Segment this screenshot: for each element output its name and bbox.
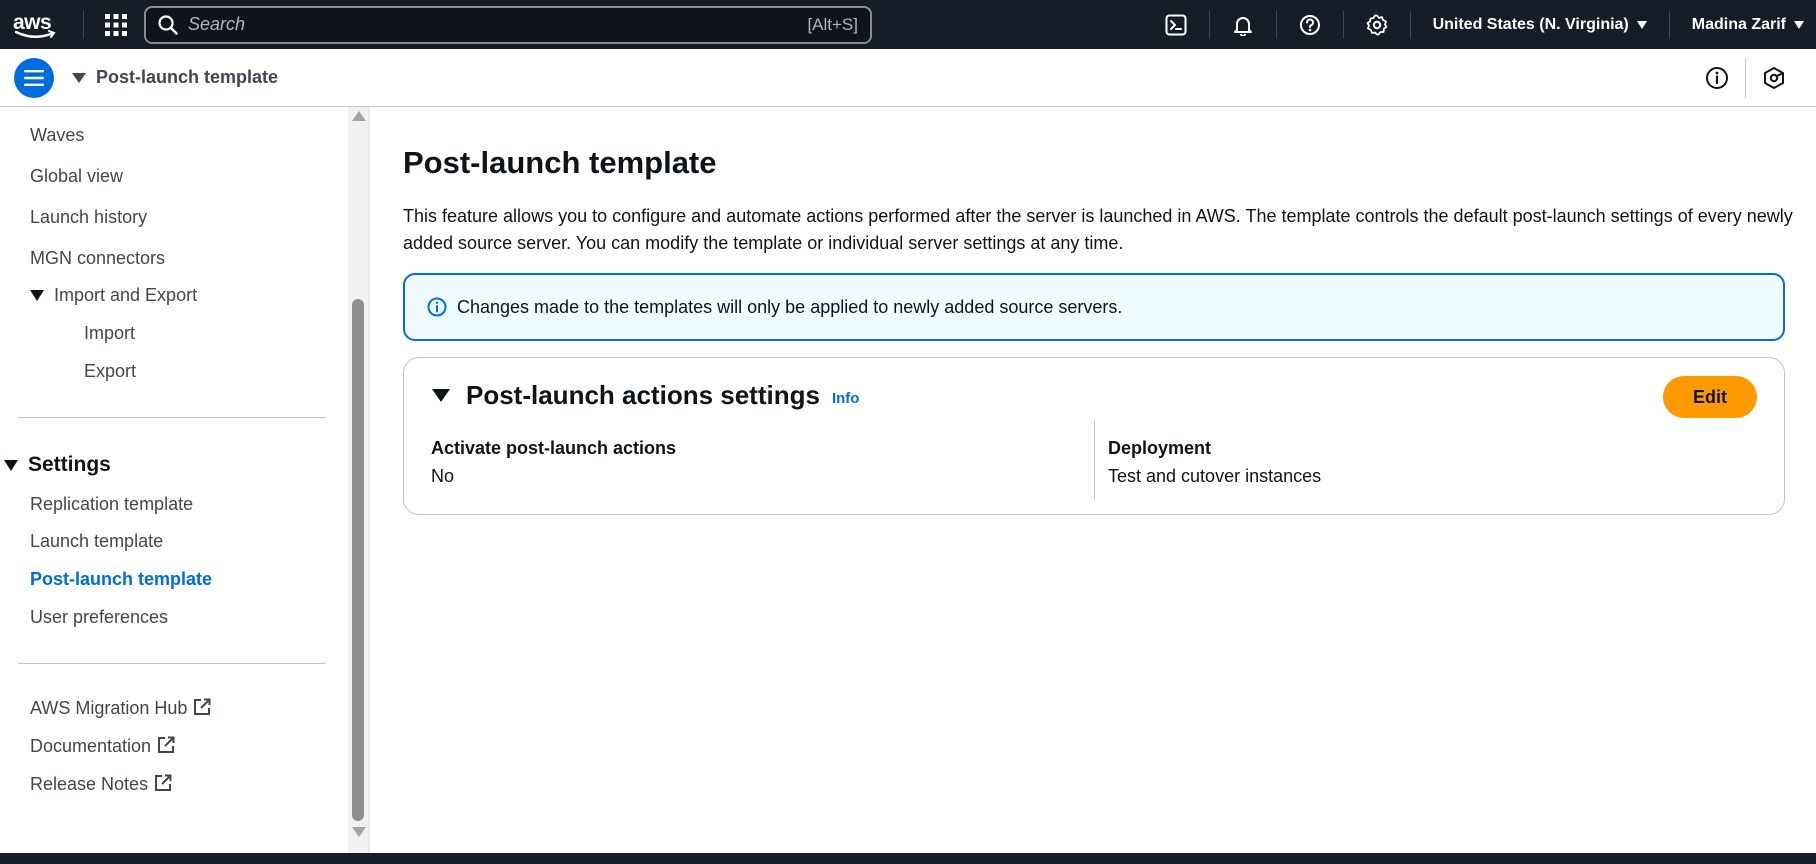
help-button[interactable] — [1287, 0, 1333, 49]
field-label: Activate post-launch actions — [431, 438, 677, 458]
hexagon-icon — [1764, 66, 1784, 89]
search-input[interactable]: Search [Alt+S] — [144, 5, 872, 44]
card-header-toggle[interactable]: Post-launch actions settings Info — [432, 380, 859, 411]
external-link-icon — [158, 736, 175, 753]
scroll-down-arrow-icon[interactable] — [352, 827, 366, 837]
card-title: Post-launch actions settings — [466, 380, 820, 410]
bell-icon — [1233, 16, 1252, 36]
scroll-up-arrow-icon[interactable] — [352, 111, 366, 121]
notifications-button[interactable] — [1220, 0, 1266, 49]
top-navigation: aws Search [Alt+S] United States (N. Vir… — [0, 0, 1816, 49]
sidebar-item-replication-template[interactable]: Replication template — [30, 494, 193, 515]
sidebar-divider — [18, 417, 326, 418]
info-link[interactable]: Info — [832, 390, 860, 407]
sidebar-section-label: Settings — [28, 453, 111, 476]
sidebar-item-mgn-connectors[interactable]: MGN connectors — [30, 248, 165, 269]
search-placeholder: Search — [188, 14, 246, 34]
sidebar-group-label: Import and Export — [54, 285, 198, 305]
breadcrumb-bar: Post-launch template — [0, 49, 1816, 107]
breadcrumb-tools — [1689, 49, 1802, 107]
cloudshell-icon — [1165, 14, 1187, 35]
page-title: Post-launch template — [403, 145, 717, 180]
nav-divider — [1409, 10, 1411, 39]
breadcrumb-current: Post-launch template — [96, 67, 279, 87]
field-value: Test and cutover instances — [1108, 466, 1322, 486]
field-label: Deployment — [1108, 438, 1212, 458]
assistant-button[interactable] — [1746, 49, 1802, 107]
sidebar-item-post-launch-template[interactable]: Post-launch template — [30, 569, 212, 590]
settings-button[interactable] — [1354, 0, 1400, 49]
caret-down-icon — [1794, 20, 1804, 29]
nav-divider — [1342, 10, 1344, 39]
sidebar-link-documentation[interactable]: Documentation — [30, 736, 175, 757]
region-label: United States (N. Virginia) — [1432, 15, 1629, 33]
caret-down-icon — [72, 72, 86, 83]
field-value: No — [431, 466, 455, 486]
sidebar-item-waves[interactable]: Waves — [30, 125, 84, 146]
hamburger-icon — [24, 69, 44, 86]
sidebar-item-launch-history[interactable]: Launch history — [30, 207, 147, 228]
breadcrumb[interactable]: Post-launch template — [72, 67, 278, 88]
aws-smile-icon — [15, 30, 56, 38]
field-deployment: Deployment Test and cutover instances — [1108, 438, 1321, 487]
caret-down-icon — [1636, 20, 1647, 29]
alert-text: Changes made to the templates will only … — [457, 296, 1123, 317]
info-icon — [1706, 66, 1728, 89]
caret-down-icon — [432, 389, 450, 402]
page-description: This feature allows you to configure and… — [403, 206, 1793, 253]
caret-down-icon — [4, 459, 18, 471]
grid-icon — [105, 13, 127, 36]
search-shortcut: [Alt+S] — [807, 14, 858, 34]
aws-logo[interactable]: aws — [13, 0, 71, 49]
scrollbar-thumb[interactable] — [352, 299, 364, 821]
sidebar-item-global-view[interactable]: Global view — [30, 166, 123, 187]
info-alert: Changes made to the templates will only … — [403, 273, 1785, 341]
edit-button[interactable]: Edit — [1663, 376, 1757, 418]
sidebar-link-migration-hub[interactable]: AWS Migration Hub — [30, 698, 211, 719]
info-circle-icon — [427, 297, 447, 317]
external-link-icon — [194, 698, 211, 715]
sidebar-group-import-export[interactable]: Import and Export — [30, 285, 197, 306]
services-menu-button[interactable] — [96, 5, 136, 45]
help-icon — [1299, 14, 1320, 35]
nav-utilities: United States (N. Virginia) Madina Zarif — [1153, 0, 1816, 49]
nav-separator — [83, 10, 84, 39]
caret-down-icon — [30, 290, 44, 301]
nav-divider — [1668, 10, 1670, 39]
nav-divider — [1208, 10, 1210, 39]
external-link-icon — [155, 774, 172, 791]
account-menu[interactable]: Madina Zarif — [1680, 16, 1816, 34]
side-nav-toggle-button[interactable] — [14, 57, 54, 98]
info-panel-button[interactable] — [1689, 49, 1745, 107]
search-icon — [158, 14, 178, 35]
user-name: Madina Zarif — [1691, 15, 1786, 33]
footer-bar — [0, 853, 1816, 864]
sidebar-link-label: AWS Migration Hub — [30, 698, 188, 718]
gear-icon — [1366, 14, 1387, 35]
sidebar-item-import[interactable]: Import — [84, 323, 135, 344]
field-activate-post-launch: Activate post-launch actions No — [431, 438, 676, 487]
sidebar-item-export[interactable]: Export — [84, 361, 136, 382]
sidebar-scrollbar[interactable] — [348, 107, 368, 853]
sidebar-item-launch-template[interactable]: Launch template — [30, 531, 163, 552]
sidebar-section-settings[interactable]: Settings — [4, 453, 111, 477]
side-navigation: Waves Global view Launch history MGN con… — [0, 107, 370, 853]
region-selector[interactable]: United States (N. Virginia) — [1421, 16, 1659, 34]
sidebar-link-label: Documentation — [30, 736, 152, 756]
sidebar-item-user-preferences[interactable]: User preferences — [30, 607, 168, 628]
sidebar-link-label: Release Notes — [30, 774, 149, 794]
sidebar-divider — [18, 663, 326, 664]
column-divider — [1094, 420, 1095, 500]
nav-divider — [1275, 10, 1277, 39]
cloudshell-button[interactable] — [1153, 0, 1199, 49]
sidebar-link-release-notes[interactable]: Release Notes — [30, 774, 172, 795]
post-launch-settings-card: Post-launch actions settings Info Edit A… — [403, 357, 1785, 515]
